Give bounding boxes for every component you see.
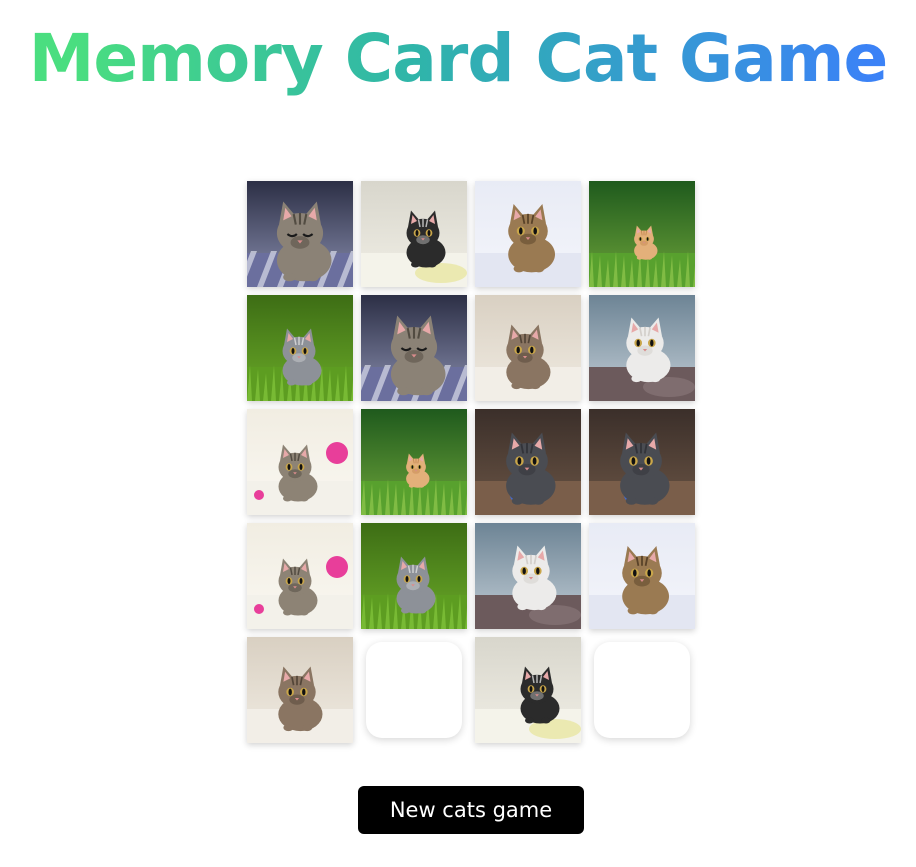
cat-photo-tabby-kitten-sleeping-blanket — [247, 181, 353, 287]
card-face-up[interactable] — [475, 409, 581, 515]
cat-photo-tabby-kitten-pink-toy — [247, 409, 353, 515]
cat-photo-grey-kitten-blue-ball — [589, 409, 695, 515]
card-face-up[interactable] — [247, 409, 353, 515]
cat-photo-tabby-kitten-sleeping-blanket — [361, 295, 467, 401]
card-face-up[interactable] — [589, 409, 695, 515]
cat-photo-brown-tabby-kitten-white-bg — [589, 523, 695, 629]
card-board — [247, 181, 695, 743]
card-face-down[interactable] — [594, 642, 690, 738]
cat-photo-brown-tabby-kitten-white-bg — [475, 181, 581, 287]
card-face-up[interactable] — [475, 295, 581, 401]
game-page: Memory Card Cat Game New cats game — [0, 0, 916, 867]
card-face-up[interactable] — [475, 181, 581, 287]
game-title: Memory Card Cat Game — [0, 14, 916, 104]
cat-photo-black-white-kitten-bed — [475, 637, 581, 743]
new-game-button[interactable]: New cats game — [358, 786, 584, 834]
card-face-up[interactable] — [361, 409, 467, 515]
card-face-up[interactable] — [361, 295, 467, 401]
card-face-up[interactable] — [247, 181, 353, 287]
cat-photo-grey-kitten-blue-ball — [475, 409, 581, 515]
card-face-down[interactable] — [366, 642, 462, 738]
cat-photo-black-white-kitten-bed — [361, 181, 467, 287]
cat-photo-grey-kitten-walking-grass — [247, 295, 353, 401]
card-face-up[interactable] — [247, 295, 353, 401]
card-face-up[interactable] — [475, 523, 581, 629]
cat-photo-grey-kitten-walking-grass — [361, 523, 467, 629]
card-face-up[interactable] — [589, 523, 695, 629]
cat-photo-tabby-kitten-lying-cream — [475, 295, 581, 401]
card-face-up[interactable] — [589, 181, 695, 287]
cat-photo-tabby-kitten-lying-cream — [247, 637, 353, 743]
cat-photo-white-fluffy-kitten-sofa — [475, 523, 581, 629]
card-face-up[interactable] — [361, 181, 467, 287]
cat-photo-orange-kitten-in-grass — [589, 181, 695, 287]
cat-photo-orange-kitten-in-grass — [361, 409, 467, 515]
card-face-up[interactable] — [247, 637, 353, 743]
card-face-up[interactable] — [361, 523, 467, 629]
card-face-up[interactable] — [247, 523, 353, 629]
card-face-up[interactable] — [589, 295, 695, 401]
card-face-up[interactable] — [475, 637, 581, 743]
cat-photo-white-fluffy-kitten-sofa — [589, 295, 695, 401]
cat-photo-tabby-kitten-pink-toy — [247, 523, 353, 629]
